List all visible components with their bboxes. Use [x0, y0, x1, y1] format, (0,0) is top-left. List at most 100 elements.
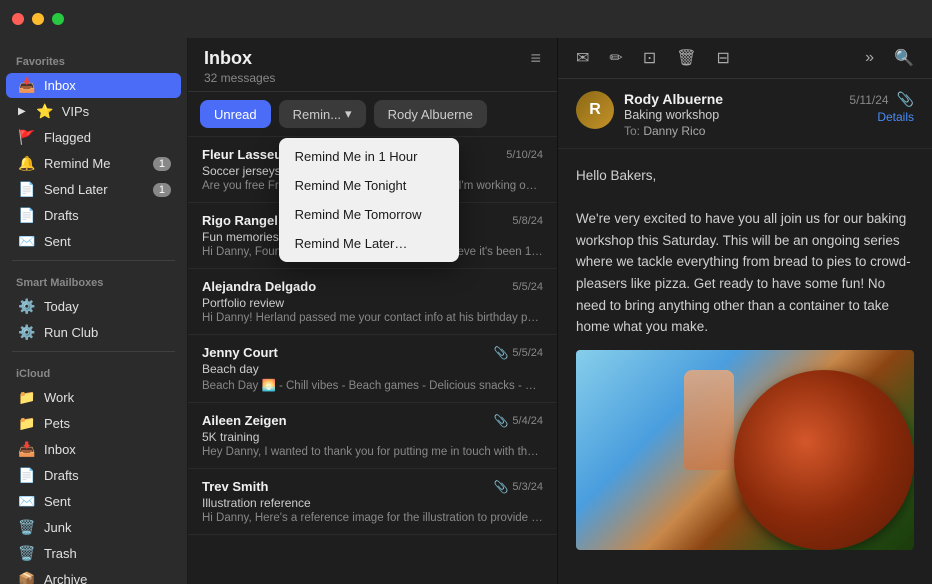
email-greeting: Hello Bakers, — [576, 165, 914, 187]
flagged-icon: 🚩 — [18, 129, 36, 146]
panel-title: Inbox — [204, 48, 275, 69]
email-header: R Rody Albuerne Baking workshop To: Dann… — [558, 79, 932, 149]
sidebar-item-junk[interactable]: 🗑️ Junk — [6, 515, 181, 540]
send-later-icon: 📄 — [18, 181, 36, 198]
sender-avatar: R — [576, 91, 614, 129]
email-subject-line: Baking workshop — [624, 108, 839, 122]
message-subject: Portfolio review — [202, 296, 543, 310]
filter-bar: Unread Remin... ▾ Remind Me in 1 Hour Re… — [188, 92, 557, 137]
email-date: 5/11/24 — [849, 93, 888, 107]
drafts-icon: 📄 — [18, 207, 36, 224]
today-icon: ⚙️ — [18, 298, 36, 315]
email-to: To: Danny Rico — [624, 124, 839, 138]
junk-button[interactable]: ⊟ — [713, 44, 734, 72]
sidebar-item-trash[interactable]: 🗑️ Trash — [6, 541, 181, 566]
smart-mailboxes-label: Smart Mailboxes — [0, 267, 187, 293]
sidebar-item-archive[interactable]: 📦 Archive — [6, 567, 181, 584]
email-inline-image — [576, 350, 914, 550]
message-row[interactable]: Aileen Zeigen 📎 5/4/24 5K training Hey D… — [188, 403, 557, 469]
remind-me-icon: 🔔 — [18, 155, 36, 172]
sidebar-item-icloud-sent[interactable]: ✉️ Sent — [6, 489, 181, 514]
remind-1h-option[interactable]: Remind Me in 1 Hour — [279, 142, 459, 171]
compose-button[interactable]: ✏ — [605, 44, 626, 72]
sidebar-item-label: Trash — [44, 546, 171, 561]
sidebar-item-inbox[interactable]: 📥 Inbox — [6, 73, 181, 98]
sidebar-item-remind-me[interactable]: 🔔 Remind Me 1 — [6, 151, 181, 176]
sidebar-item-label: Sent — [44, 494, 171, 509]
attachment-indicator: 📎 — [493, 414, 508, 428]
favorites-section-label: Favorites — [0, 46, 187, 72]
sidebar-item-send-later[interactable]: 📄 Send Later 1 — [6, 177, 181, 202]
minimize-button[interactable] — [32, 13, 44, 25]
message-list-panel: Inbox 32 messages ≡ Unread Remin... ▾ Re… — [188, 38, 558, 584]
maximize-button[interactable] — [52, 13, 64, 25]
remind-later-option[interactable]: Remind Me Later… — [279, 229, 459, 258]
message-date: 5/10/24 — [506, 149, 543, 161]
archive-icon: 📦 — [18, 571, 36, 584]
sidebar-item-label: Archive — [44, 572, 171, 584]
close-button[interactable] — [12, 13, 24, 25]
app-container: Favorites 📥 Inbox ▶ ⭐ VIPs 🚩 Flagged 🔔 R… — [0, 0, 932, 584]
sidebar-item-label: Junk — [44, 520, 171, 535]
attachment-indicator: 📎 — [493, 480, 508, 494]
message-preview: Hi Danny! Herland passed me your contact… — [202, 312, 543, 324]
sidebar-item-label: Drafts — [44, 208, 171, 223]
junk-icon: 🗑️ — [18, 519, 36, 536]
filter-icon[interactable]: ≡ — [530, 48, 541, 69]
archive-button[interactable]: ⊡ — [639, 44, 660, 72]
remind-dropdown-menu: Remind Me in 1 Hour Remind Me Tonight Re… — [279, 138, 459, 262]
sidebar-item-icloud-drafts[interactable]: 📄 Drafts — [6, 463, 181, 488]
remind-me-badge: 1 — [153, 157, 171, 171]
more-actions-button[interactable]: » — [861, 45, 878, 71]
sidebar-item-label: Sent — [44, 234, 171, 249]
sidebar-item-drafts[interactable]: 📄 Drafts — [6, 203, 181, 228]
reply-button[interactable]: ✉ — [572, 44, 593, 72]
sidebar-item-icloud-inbox[interactable]: 📥 Inbox — [6, 437, 181, 462]
panel-subtitle: 32 messages — [204, 71, 275, 85]
email-toolbar: ✉ ✏ ⊡ 🗑 ⊟ » 🔍 — [558, 38, 932, 79]
details-link[interactable]: Details — [849, 110, 914, 124]
vip-icon: ⭐ — [36, 103, 54, 120]
sidebar-item-label: Inbox — [44, 78, 171, 93]
sidebar-item-flagged[interactable]: 🚩 Flagged — [6, 125, 181, 150]
sidebar-item-label: Send Later — [44, 182, 145, 197]
icloud-drafts-icon: 📄 — [18, 467, 36, 484]
chevron-icon: ▶ — [18, 106, 26, 117]
icloud-inbox-icon: 📥 — [18, 441, 36, 458]
message-date: 5/5/24 — [512, 347, 543, 359]
sidebar-item-sent[interactable]: ✉️ Sent — [6, 229, 181, 254]
search-button[interactable]: 🔍 — [890, 44, 918, 72]
sidebar-item-run-club[interactable]: ⚙️ Run Club — [6, 320, 181, 345]
icloud-label: iCloud — [0, 358, 187, 384]
message-row[interactable]: Alejandra Delgado 5/5/24 Portfolio revie… — [188, 269, 557, 335]
remind-tonight-option[interactable]: Remind Me Tonight — [279, 171, 459, 200]
rody-filter-button[interactable]: Rody Albuerne — [374, 100, 487, 128]
remind-filter-button[interactable]: Remin... ▾ — [279, 100, 366, 128]
unread-filter-button[interactable]: Unread — [200, 100, 271, 128]
email-from-name: Rody Albuerne — [624, 91, 839, 107]
message-preview: Hi Danny, Here's a reference image for t… — [202, 512, 543, 524]
sidebar-item-label: Today — [44, 299, 171, 314]
message-date: 5/8/24 — [512, 215, 543, 227]
attachment-indicator: 📎 — [493, 346, 508, 360]
sidebar-item-today[interactable]: ⚙️ Today — [6, 294, 181, 319]
sidebar-item-pets[interactable]: 📁 Pets — [6, 411, 181, 436]
remind-button-wrapper: Remin... ▾ Remind Me in 1 Hour Remind Me… — [279, 100, 366, 128]
title-bar — [0, 0, 932, 38]
message-preview: Beach Day 🌅 - Chill vibes - Beach games … — [202, 378, 543, 392]
delete-button[interactable]: 🗑 — [672, 44, 700, 72]
message-row[interactable]: Jenny Court 📎 5/5/24 Beach day Beach Day… — [188, 335, 557, 403]
message-row[interactable]: Trev Smith 📎 5/3/24 Illustration referen… — [188, 469, 557, 535]
sidebar-item-work[interactable]: 📁 Work — [6, 385, 181, 410]
trash-icon: 🗑️ — [18, 545, 36, 562]
message-date: 5/4/24 — [512, 415, 543, 427]
sidebar-divider-1 — [12, 260, 175, 261]
sidebar-item-vips[interactable]: ▶ ⭐ VIPs — [6, 99, 181, 124]
sent-icon: ✉️ — [18, 233, 36, 250]
inbox-icon: 📥 — [18, 77, 36, 94]
message-sender: Alejandra Delgado — [202, 279, 316, 294]
window-controls — [12, 13, 64, 25]
pizza-decoration — [734, 370, 914, 550]
remind-tomorrow-option[interactable]: Remind Me Tomorrow — [279, 200, 459, 229]
message-date: 5/3/24 — [512, 481, 543, 493]
